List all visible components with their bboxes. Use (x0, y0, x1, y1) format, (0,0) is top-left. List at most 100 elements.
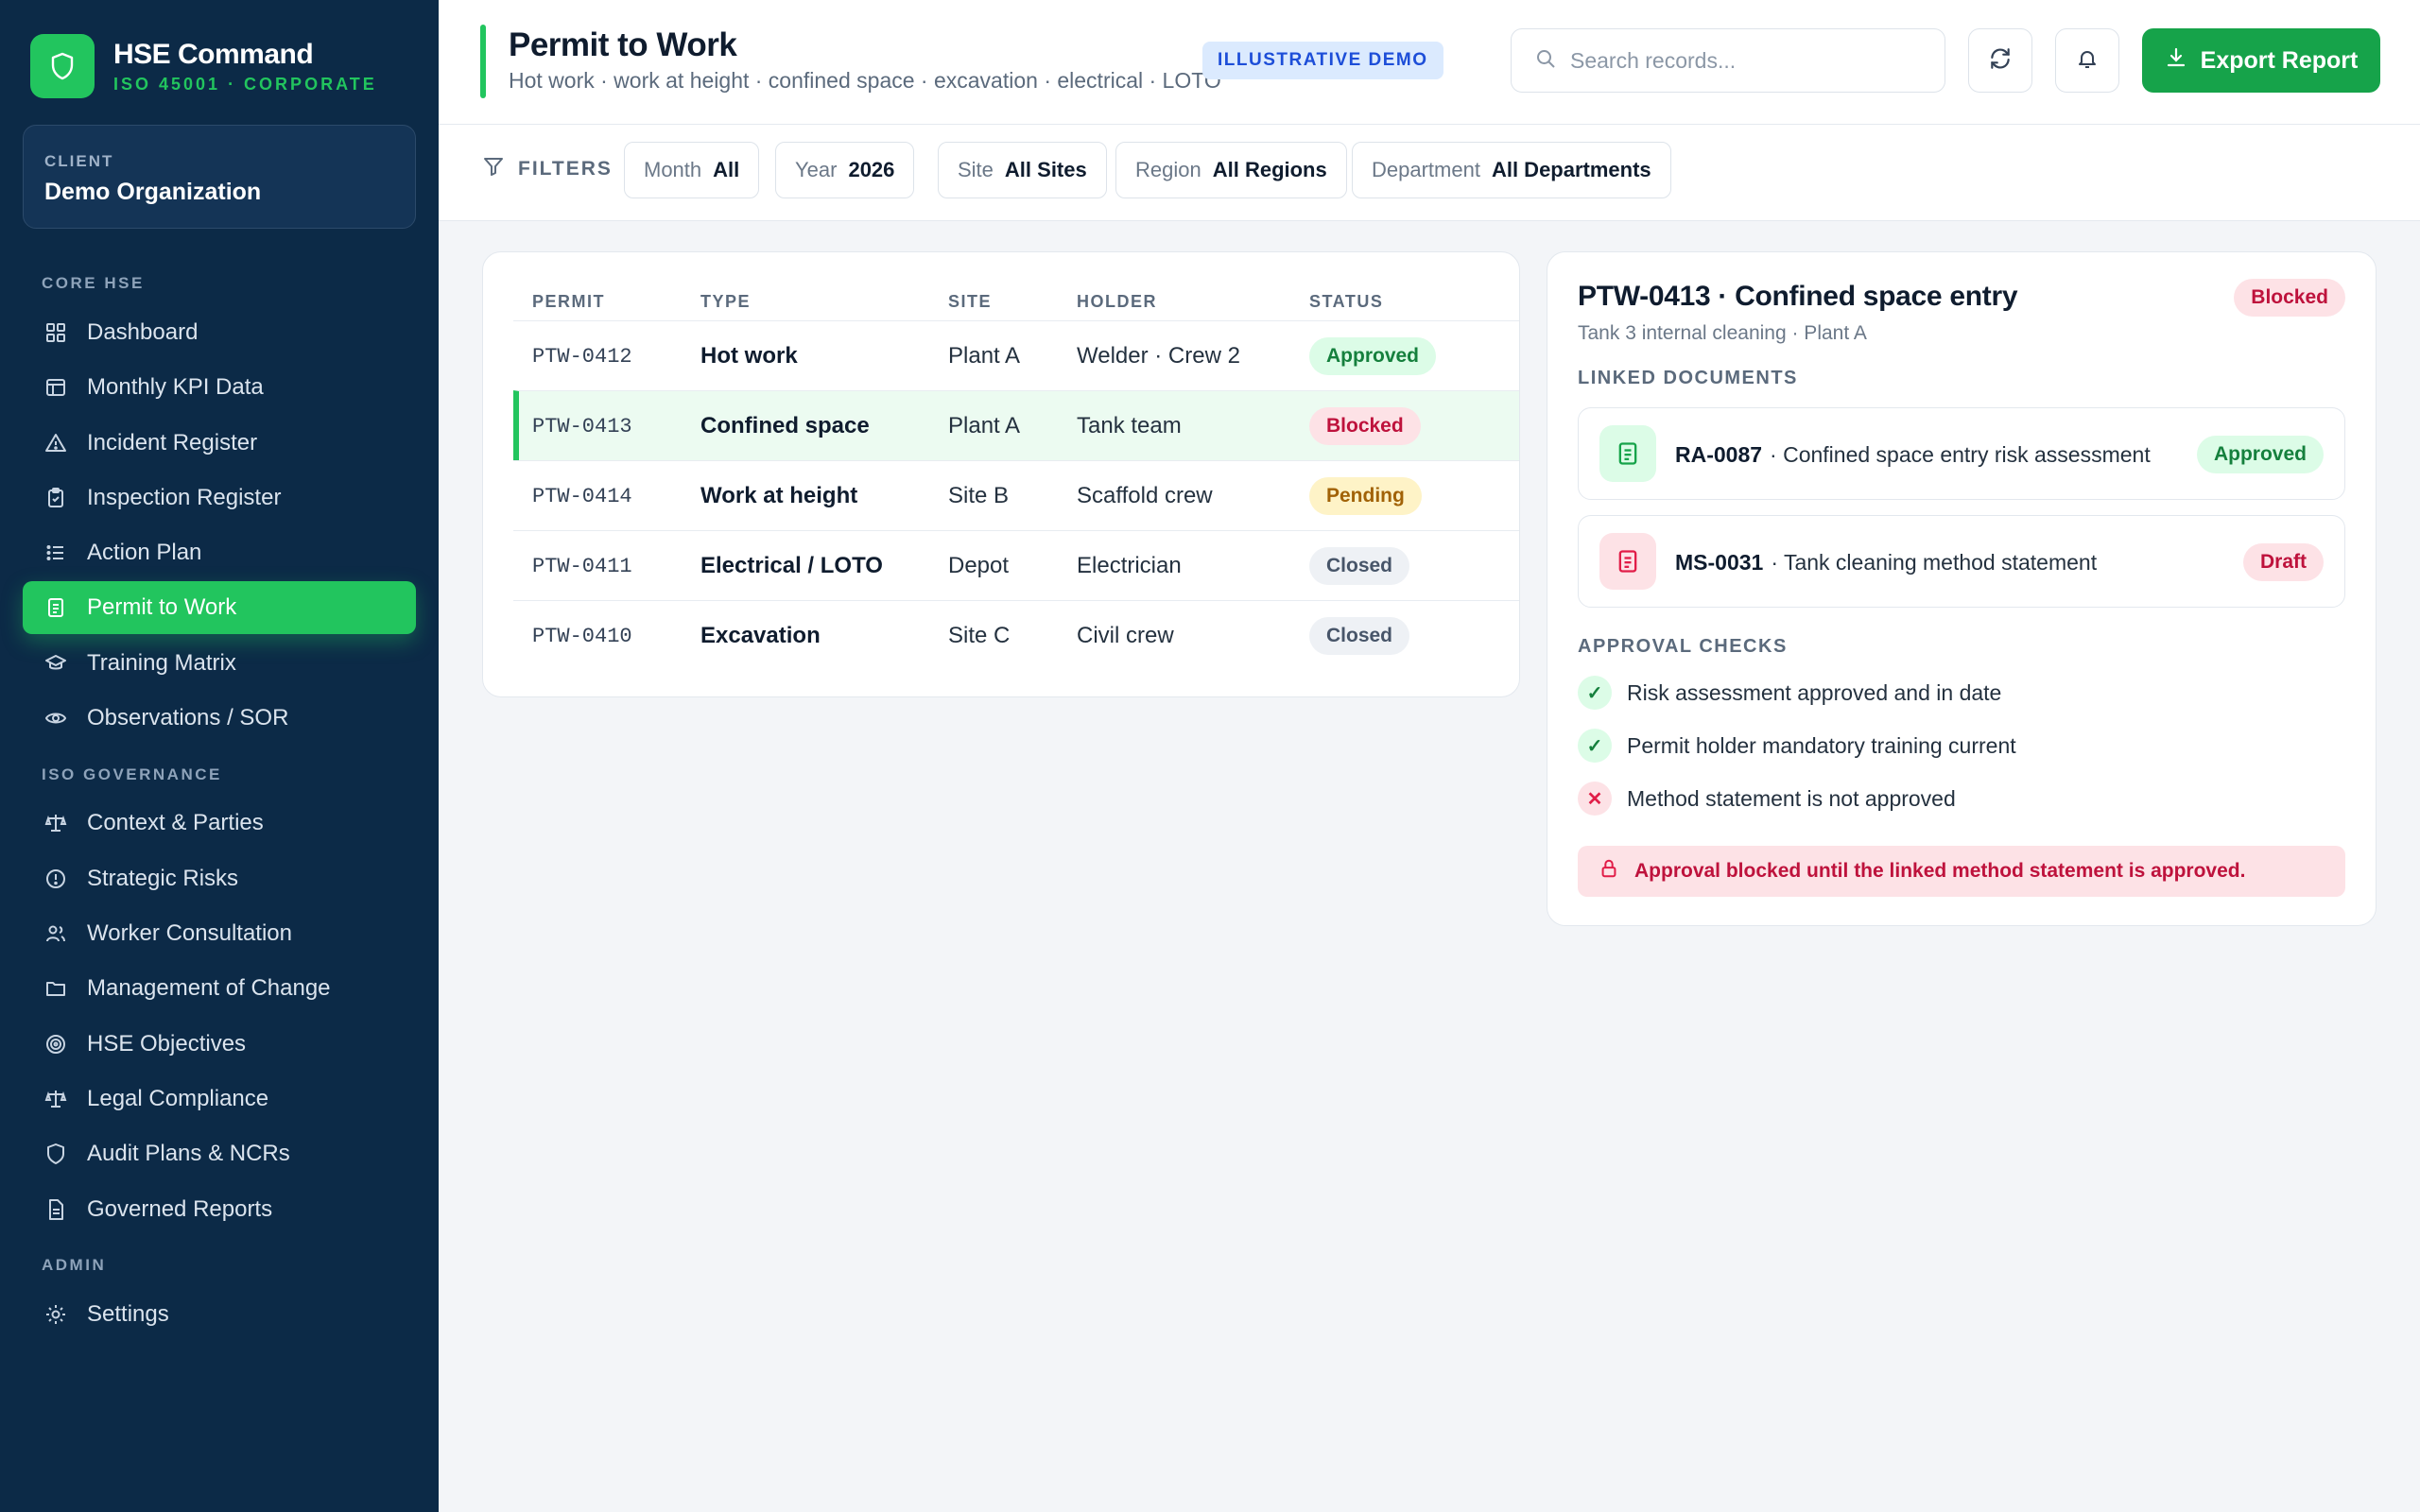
nav-item-management-of-change[interactable]: Management of Change (23, 962, 416, 1015)
demo-badge: ILLUSTRATIVE DEMO (1202, 42, 1443, 79)
permit-holder: Welder · Crew 2 (1077, 343, 1240, 369)
permit-id: PTW-0410 (532, 624, 632, 648)
refresh-icon (1988, 46, 2013, 76)
nav-item-strategic-risks[interactable]: Strategic Risks (23, 852, 416, 905)
permit-site: Plant A (948, 413, 1021, 438)
export-report-button[interactable]: Export Report (2142, 28, 2380, 93)
filter-value: 2026 (848, 158, 895, 181)
list-icon (42, 539, 70, 567)
export-label: Export Report (2200, 46, 2359, 74)
filter-month[interactable]: Month All (624, 142, 760, 198)
filter-key: Region (1135, 158, 1201, 181)
filter-value: All Regions (1212, 158, 1327, 181)
filter-department[interactable]: Department All Departments (1352, 142, 1671, 198)
eye-icon (42, 704, 70, 732)
permit-site: Site C (948, 623, 1011, 648)
approval-check: ✓ Risk assessment approved and in date (1578, 676, 2001, 710)
linked-document-ms-0031[interactable]: MS-0031 · Tank cleaning method statement … (1578, 515, 2345, 608)
permit-holder: Civil crew (1077, 623, 1174, 648)
column-header-permit: PERMIT (532, 292, 606, 311)
approval-checks-heading: APPROVAL CHECKS (1578, 636, 1788, 657)
table-row-selected[interactable]: PTW-0413 Confined space Plant A Tank tea… (513, 390, 1519, 460)
brand-subtitle: ISO 45001 · CORPORATE (113, 74, 377, 94)
nav-item-label: Management of Change (87, 975, 331, 1001)
nav-item-dashboard[interactable]: Dashboard (23, 306, 416, 359)
search-icon (1534, 47, 1557, 75)
table-row[interactable]: PTW-0412 Hot work Plant A Welder · Crew … (513, 320, 1519, 390)
page-subtitle: Hot work · work at height · confined spa… (509, 68, 1221, 93)
lock-icon (1599, 857, 1619, 885)
filter-year[interactable]: Year 2026 (775, 142, 915, 198)
download-icon (2165, 46, 2187, 76)
shield-icon (30, 34, 95, 98)
nav-item-label: Legal Compliance (87, 1086, 269, 1111)
nav-item-training-matrix[interactable]: Training Matrix (23, 637, 416, 690)
users-icon (42, 919, 70, 948)
search-input[interactable] (1570, 47, 1910, 74)
cross-icon: ✕ (1578, 782, 1612, 816)
document-icon (42, 593, 70, 622)
filter-key: Month (644, 158, 702, 181)
nav-item-audit-plans[interactable]: Audit Plans & NCRs (23, 1127, 416, 1180)
nav-item-legal-compliance[interactable]: Legal Compliance (23, 1073, 416, 1125)
status-badge: Closed (1309, 617, 1410, 655)
nav-item-permit-to-work[interactable]: Permit to Work (23, 581, 416, 634)
filter-region[interactable]: Region All Regions (1115, 142, 1347, 198)
permit-site: Depot (948, 553, 1010, 578)
linked-document-ra-0087[interactable]: RA-0087 · Confined space entry risk asses… (1578, 407, 2345, 500)
client-name: Demo Organization (44, 179, 262, 205)
nav-item-governed-reports[interactable]: Governed Reports (23, 1183, 416, 1236)
target-icon (42, 1030, 70, 1058)
nav-item-observations[interactable]: Observations / SOR (23, 692, 416, 745)
nav-item-incident-register[interactable]: Incident Register (23, 417, 416, 470)
check-text: Permit holder mandatory training current (1627, 732, 2016, 758)
nav-item-label: Governed Reports (87, 1196, 273, 1222)
filter-site[interactable]: Site All Sites (938, 142, 1107, 198)
nav-item-action-plan[interactable]: Action Plan (23, 526, 416, 579)
nav-item-label: Permit to Work (87, 594, 237, 620)
file-icon (42, 1195, 70, 1224)
permit-table-card: PERMIT TYPE SITE HOLDER STATUS PTW-0412 … (482, 251, 1520, 697)
nav-item-worker-consultation[interactable]: Worker Consultation (23, 907, 416, 960)
column-header-type: TYPE (700, 292, 752, 311)
permit-id: PTW-0411 (532, 554, 632, 578)
column-header-site: SITE (948, 292, 993, 311)
permit-type: Electrical / LOTO (700, 553, 883, 578)
document-code: RA-0087 (1675, 441, 1763, 467)
table-row[interactable]: PTW-0414 Work at height Site B Scaffold … (513, 460, 1519, 530)
nav-item-label: HSE Objectives (87, 1031, 247, 1057)
status-badge: Closed (1309, 547, 1410, 585)
nav-item-label: Action Plan (87, 540, 202, 565)
permit-id: PTW-0412 (532, 344, 632, 369)
notifications-button[interactable] (2055, 28, 2119, 93)
detail-status-badge: Blocked (2234, 279, 2345, 317)
check-text: Risk assessment approved and in date (1627, 679, 2002, 705)
detail-title: PTW-0413 · Confined space entry (1578, 281, 2018, 312)
document-icon (1599, 425, 1656, 482)
client-selector[interactable]: CLIENT Demo Organization (23, 125, 416, 229)
document-icon (1599, 533, 1656, 590)
detail-subtitle: Tank 3 internal cleaning · Plant A (1578, 322, 1867, 344)
nav-item-monthly-kpi-data[interactable]: Monthly KPI Data (23, 361, 416, 414)
nav-item-label: Strategic Risks (87, 866, 239, 891)
document-code: MS-0031 (1675, 549, 1764, 575)
nav-item-hse-objectives[interactable]: HSE Objectives (23, 1018, 416, 1071)
permit-id: PTW-0414 (532, 484, 632, 508)
filters-heading: FILTERS (482, 155, 613, 183)
alert-text: Approval blocked until the linked method… (1634, 860, 2246, 882)
filter-icon (482, 155, 505, 183)
top-header: Permit to Work Hot work · work at height… (439, 0, 2420, 125)
search-box[interactable] (1511, 28, 1945, 93)
check-icon: ✓ (1578, 676, 1612, 710)
scale-icon (42, 809, 70, 837)
permit-type: Confined space (700, 413, 870, 438)
refresh-button[interactable] (1968, 28, 2032, 93)
table-row[interactable]: PTW-0411 Electrical / LOTO Depot Electri… (513, 530, 1519, 600)
permit-holder: Electrician (1077, 553, 1182, 578)
nav-item-label: Inspection Register (87, 485, 282, 510)
nav-item-settings[interactable]: Settings (23, 1288, 416, 1341)
table-row[interactable]: PTW-0410 Excavation Site C Civil crew Cl… (513, 600, 1519, 670)
nav-item-context-parties[interactable]: Context & Parties (23, 797, 416, 850)
clipboard-check-icon (42, 484, 70, 512)
nav-item-inspection-register[interactable]: Inspection Register (23, 472, 416, 524)
